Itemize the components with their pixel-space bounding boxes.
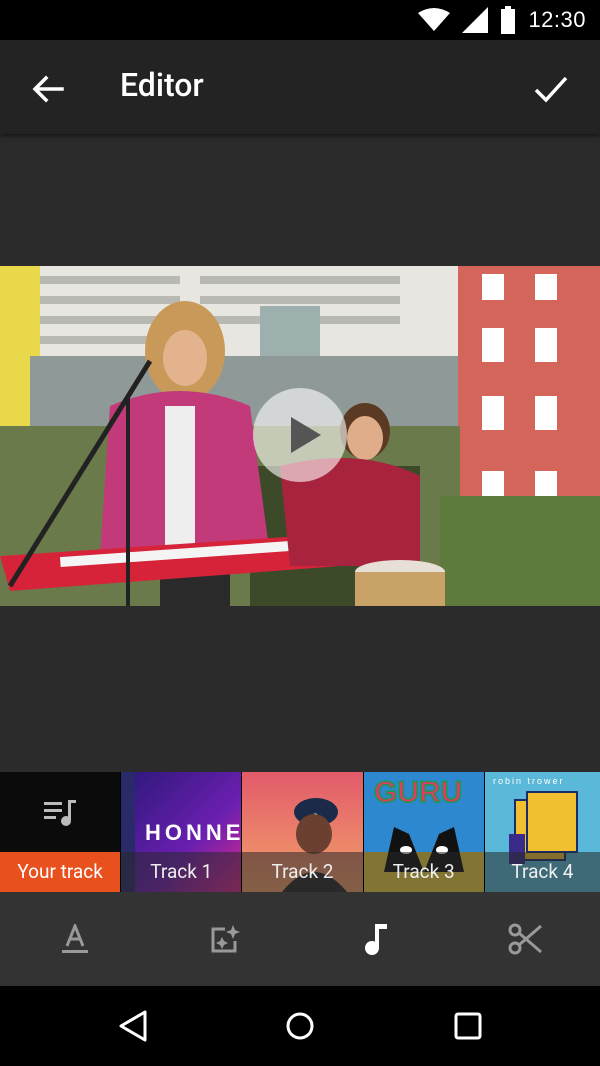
- music-note-icon: [365, 924, 387, 955]
- cell-signal-icon: [462, 7, 489, 33]
- play-button[interactable]: [253, 388, 347, 482]
- track-label: Track 2: [242, 852, 363, 892]
- tab-text[interactable]: [50, 914, 100, 964]
- text-format-icon: [62, 924, 88, 953]
- wifi-icon: [418, 8, 451, 31]
- track-label: Track 4: [484, 852, 600, 892]
- nav-recents-icon[interactable]: [448, 1006, 488, 1046]
- track-label: Your track: [0, 852, 121, 892]
- track-2[interactable]: 3 Track 2: [242, 772, 364, 892]
- track-label: Track 1: [121, 852, 242, 892]
- album-art-text: HONNE: [145, 820, 242, 845]
- track-your-track[interactable]: Your track: [0, 772, 122, 892]
- scissors-icon: [508, 923, 542, 955]
- playlist-music-icon: [44, 800, 76, 826]
- back-arrow-icon[interactable]: [28, 70, 66, 108]
- confirm-check-icon[interactable]: [532, 70, 570, 108]
- album-art-text: robin trower: [493, 776, 565, 786]
- tab-trim[interactable]: [500, 914, 550, 964]
- status-time: 12:30: [528, 7, 586, 32]
- video-preview[interactable]: [0, 266, 600, 606]
- nav-home-icon[interactable]: [280, 1006, 320, 1046]
- tab-effects[interactable]: [200, 914, 250, 964]
- track-1[interactable]: HONNE Track 1: [121, 772, 243, 892]
- editor-tab-bar: [0, 892, 600, 986]
- tab-music[interactable]: [350, 914, 400, 964]
- page-title: Editor: [120, 66, 204, 104]
- album-art-text: GURU: [374, 776, 462, 809]
- track-picker: Your track HONNE Track 1 3 Track 2 GURU: [0, 772, 600, 892]
- nav-back-icon[interactable]: [113, 1006, 153, 1046]
- track-3[interactable]: GURU Track 3: [363, 772, 485, 892]
- status-bar: 12:30: [0, 0, 600, 40]
- system-nav-bar: [0, 986, 600, 1066]
- track-label: Track 3: [363, 852, 484, 892]
- image-effects-icon: [211, 925, 240, 953]
- battery-icon: [501, 6, 516, 34]
- app-bar: Editor: [0, 40, 600, 134]
- track-4[interactable]: robin trower Track 4: [484, 772, 600, 892]
